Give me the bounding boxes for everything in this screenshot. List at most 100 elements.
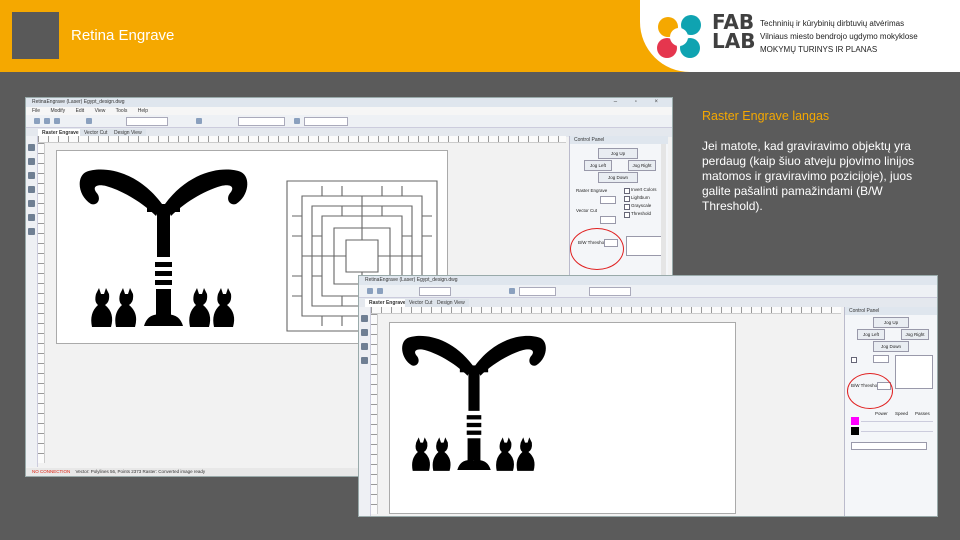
window-title: RetinaEngrave (Laser) Egypt_design.dwg <box>32 99 125 105</box>
raster-engrave-label: Raster Engrave <box>576 188 608 193</box>
threshold-label: Threshold <box>631 211 652 216</box>
ruler-horizontal <box>38 136 566 143</box>
home-icon[interactable] <box>367 288 373 294</box>
text-tool-icon[interactable] <box>28 228 35 235</box>
highlight-ring <box>847 373 893 409</box>
egyptian-design-image <box>79 169 248 327</box>
lightburn-label: Lightburn <box>631 195 650 200</box>
header-line-3: MOKYMŲ TURINYS IR PLANAS <box>760 45 878 54</box>
select-tool-icon[interactable] <box>361 315 368 322</box>
vector-field[interactable] <box>600 216 616 224</box>
jog-right-button[interactable]: Jog Right <box>628 160 656 171</box>
jog-down-button[interactable]: Jog Down <box>873 341 909 352</box>
window-titlebar: RetinaEngrave (Laser) Egypt_design.dwg <box>359 276 937 285</box>
file-field[interactable] <box>851 442 927 450</box>
rotate-tool-icon[interactable] <box>28 186 35 193</box>
header-square <box>12 12 59 59</box>
align-tool-icon[interactable] <box>28 214 35 221</box>
slide-title: Retina Engrave <box>71 27 175 44</box>
source-image-info <box>626 236 664 256</box>
mode-select[interactable] <box>519 287 556 296</box>
select-tool-icon[interactable] <box>28 144 35 151</box>
menu-bar: File Modify Edit View Tools Help <box>26 107 672 115</box>
highlight-ring <box>570 228 624 270</box>
power-label: Power <box>875 411 888 416</box>
move-icon[interactable] <box>86 118 92 124</box>
fablab-logo-icon <box>657 15 701 58</box>
menu-modify[interactable]: Modify <box>50 108 65 114</box>
toolbar <box>359 285 937 298</box>
passes-label: Passes <box>915 411 930 416</box>
menu-file[interactable]: File <box>32 108 40 114</box>
caption-body: Jei matote, kad graviravimo objektų yra … <box>702 139 915 213</box>
position-field[interactable] <box>126 117 168 126</box>
screenshot-window-2: RetinaEngrave (Laser) Egypt_design.dwg R… <box>358 275 938 517</box>
grid-icon[interactable] <box>377 288 383 294</box>
header-line-2: Vilniaus miesto bendrojo ugdymo mokyklos… <box>760 32 918 41</box>
toolbar <box>26 115 672 128</box>
menu-help[interactable]: Help <box>138 108 148 114</box>
status-text: Vector: Polylines 56, Points 2373 Raster… <box>75 469 206 474</box>
egyptian-design-image <box>402 335 546 471</box>
tab-vector-cut[interactable]: Vector Cut <box>405 299 437 307</box>
mode-select[interactable] <box>238 117 285 126</box>
jog-down-button[interactable]: Jog Down <box>598 172 638 183</box>
home-icon[interactable] <box>34 118 40 124</box>
side-toolbar <box>359 307 371 516</box>
raster-field[interactable] <box>600 196 616 204</box>
fablab-wordmark: FAB LAB <box>712 12 756 53</box>
threshold-checkbox[interactable] <box>624 212 630 218</box>
jog-up-button[interactable]: Jog Up <box>873 317 909 328</box>
jog-left-button[interactable]: Jog Left <box>584 160 612 171</box>
speed-select[interactable] <box>304 117 348 126</box>
speed-icon[interactable] <box>294 118 300 124</box>
menu-view[interactable]: View <box>95 108 106 114</box>
tab-bar: Raster Engrave Vector Cut Design View <box>359 298 937 307</box>
options-list <box>895 355 933 389</box>
connection-status: NO CONNECTION <box>32 469 71 474</box>
color-swatch-black[interactable] <box>851 427 859 435</box>
settings-row <box>861 421 933 422</box>
option-checkbox[interactable] <box>851 357 857 363</box>
pen-tool-icon[interactable] <box>28 158 35 165</box>
caption-title: Raster Engrave langas <box>702 109 830 123</box>
grayscale-checkbox[interactable] <box>624 204 630 210</box>
invert-colors-label: Invert Colors <box>631 187 657 192</box>
lightburn-checkbox[interactable] <box>624 196 630 202</box>
window-titlebar: RetinaEngrave (Laser) Egypt_design.dwg –… <box>26 98 672 107</box>
tab-raster-engrave[interactable]: Raster Engrave <box>365 299 410 307</box>
color-swatch-magenta[interactable] <box>851 417 859 425</box>
position-field[interactable] <box>419 287 451 296</box>
menu-tools[interactable]: Tools <box>116 108 128 114</box>
raster-field[interactable] <box>873 355 889 363</box>
vector-cut-label: Vector Cut <box>576 208 598 213</box>
ruler-horizontal <box>371 307 841 314</box>
pen-tool-icon[interactable] <box>361 329 368 336</box>
window-controls[interactable]: – ▫ × <box>614 98 666 107</box>
invert-colors-checkbox[interactable] <box>624 188 630 194</box>
header-info: Techninių ir kūrybinių dirbtuvių atvėrim… <box>760 17 918 56</box>
menu-edit[interactable]: Edit <box>76 108 85 114</box>
rotate-tool-icon[interactable] <box>361 357 368 364</box>
control-panel-title: Control Panel <box>845 307 937 315</box>
logo-text-bottom: LAB <box>712 29 756 53</box>
speed-select[interactable] <box>589 287 631 296</box>
slide-header: Retina Engrave FAB LAB Techninių ir kūry… <box>0 0 960 72</box>
view-icon[interactable] <box>509 288 515 294</box>
ruler-vertical <box>371 314 378 514</box>
control-panel-title: Control Panel <box>570 136 668 144</box>
grayscale-label: Grayscale <box>631 203 652 208</box>
shape-tool-icon[interactable] <box>28 172 35 179</box>
side-toolbar <box>26 136 38 467</box>
control-panel: Control Panel Jog Up Jog Left Jog Right … <box>844 307 937 516</box>
scale-tool-icon[interactable] <box>28 200 35 207</box>
shape-tool-icon[interactable] <box>361 343 368 350</box>
view-icon[interactable] <box>196 118 202 124</box>
grid-icon[interactable] <box>44 118 50 124</box>
jog-right-button[interactable]: Jog Right <box>901 329 929 340</box>
speed-label: Speed <box>895 411 909 416</box>
jog-left-button[interactable]: Jog Left <box>857 329 885 340</box>
tab-design-view[interactable]: Design View <box>433 299 469 307</box>
jog-up-button[interactable]: Jog Up <box>598 148 638 159</box>
zoom-icon[interactable] <box>54 118 60 124</box>
